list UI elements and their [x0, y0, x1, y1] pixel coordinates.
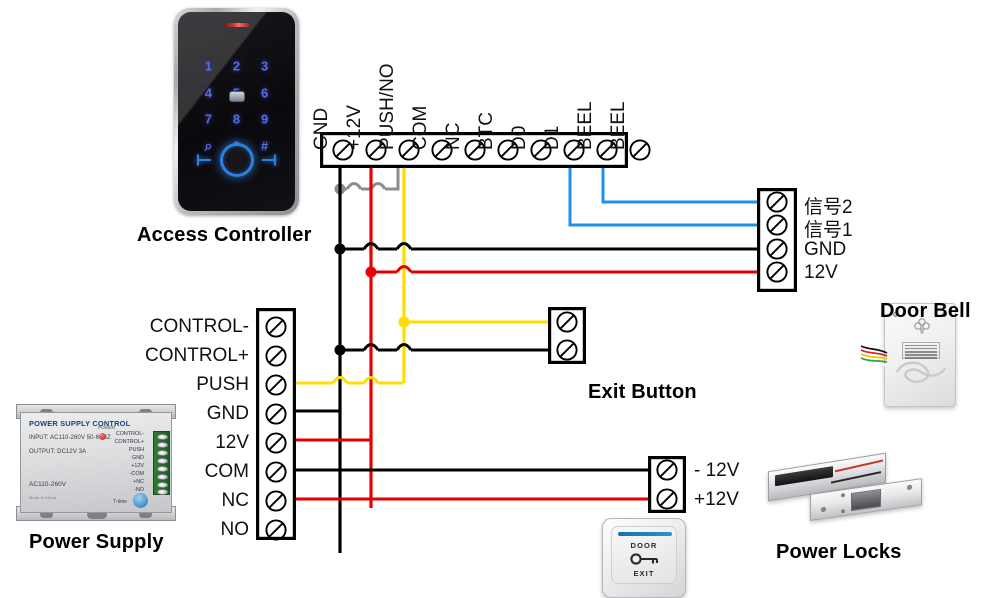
rfid-tip-right-icon: [274, 154, 276, 166]
power-locks-device: [762, 452, 994, 542]
psu-label-push: PUSH: [196, 374, 249, 395]
terminal-label-gnd: GND: [311, 107, 332, 150]
psu-label-12v: 12V: [215, 432, 249, 453]
wire-com-gray: [334, 165, 400, 195]
psu-power-led-label: POWER: [98, 425, 116, 430]
psu-voltage-mark: AC110-260V: [29, 481, 67, 488]
fingerprint-sensor-icon[interactable]: [228, 91, 245, 102]
rfid-tip-left-icon: [197, 154, 199, 166]
wire-beel2-blue: [601, 165, 757, 204]
psu-terminal-name-3: GND: [132, 455, 144, 461]
door-bell-caption: Door Bell: [880, 300, 971, 322]
keypad-key-4[interactable]: 4: [205, 85, 212, 100]
psu-terminal-name-1: CONTROL+: [114, 439, 144, 445]
psu-terminal-name-7: -NO: [134, 487, 144, 493]
status-led-icon: [223, 23, 250, 27]
power-supply-terminal-block[interactable]: [256, 308, 296, 541]
terminal-label-d0: D0: [509, 125, 530, 150]
indicator-bar-icon: [618, 532, 672, 536]
doorbell-label-signal1: 信号1: [804, 220, 853, 241]
exit-button-line1: DOOR: [630, 541, 658, 550]
wire-gnd-to-exitbutton: [334, 343, 548, 356]
access-controller-device: 1 2 3 4 5 6 7 8 9 ⌕ 0 #: [174, 8, 299, 215]
keypad-key-6[interactable]: 6: [261, 85, 268, 100]
keypad-key-9[interactable]: 9: [261, 112, 268, 127]
rfid-arm-left-icon: [198, 159, 211, 161]
door-bell-terminal-block[interactable]: [757, 188, 797, 293]
psu-output-spec: OUTPUT: DC12V 3A: [29, 449, 87, 455]
keypad-key-2[interactable]: 2: [233, 58, 240, 73]
exit-button-line2: EXIT: [633, 569, 655, 578]
terminal-label-beel-1: BEEL: [575, 101, 596, 150]
doorbell-label-gnd: GND: [804, 239, 847, 260]
psu-made-in: Made in China: [29, 495, 57, 500]
terminal-label-d1: D1: [542, 125, 563, 150]
exit-button-terminal-block[interactable]: [548, 307, 586, 364]
psu-terminal-name-5: -COM: [129, 471, 144, 477]
terminal-label-push-no: PUSH/NO: [377, 63, 398, 150]
psu-terminal-name-4: +12V: [131, 463, 144, 469]
psu-terminal-name-2: PUSH: [129, 447, 144, 453]
exit-button-device[interactable]: DOOR EXIT: [602, 518, 686, 598]
terminal-label-com: COM: [410, 105, 431, 150]
terminal-label-nc: NC: [443, 122, 464, 150]
psu-label-nc: NC: [221, 490, 249, 511]
keypad-key-8[interactable]: 8: [233, 112, 240, 127]
psu-terminal-name-6: +NC: [133, 479, 144, 485]
psu-label-no: NO: [220, 519, 250, 540]
lock-label-plus-12v: +12V: [694, 489, 739, 510]
keypad-key-3[interactable]: 3: [261, 58, 268, 73]
doorbell-label-12v: 12V: [804, 262, 838, 283]
exit-button-caption: Exit Button: [588, 381, 697, 403]
psu-terminal-name-0: CONTROL-: [115, 431, 144, 437]
power-locks-caption: Power Locks: [776, 541, 902, 563]
psu-label-com: COM: [204, 461, 249, 482]
power-lock-terminal-block[interactable]: [648, 456, 686, 513]
keypad-key-7[interactable]: 7: [205, 112, 212, 127]
lock-label-minus-12v: - 12V: [694, 460, 740, 481]
wire-beel1-blue: [568, 165, 757, 227]
bell-wire-bundle-icon: [860, 345, 888, 366]
psu-label-gnd: GND: [206, 403, 249, 424]
key-icon: [630, 553, 659, 565]
bell-icon[interactable]: ⌕: [204, 138, 212, 155]
terminal-label-btc: BTC: [476, 112, 497, 150]
terminal-label-beel-2: BEEL: [608, 101, 629, 150]
wire-psu-push-yellow: [293, 376, 404, 385]
psu-label-control-minus: CONTROL-: [149, 316, 249, 337]
keypad-key-1[interactable]: 1: [205, 58, 212, 73]
keypad-key-hash[interactable]: #: [261, 139, 268, 154]
wire-12v-to-doorbell: [365, 265, 757, 278]
rfid-reader-icon[interactable]: [219, 143, 254, 177]
wire-gnd-to-doorbell: [334, 242, 757, 255]
psu-time-label: T-time: [113, 499, 127, 505]
terminal-label-12v: +12V: [344, 105, 365, 150]
wire-push-to-exitbutton: [398, 316, 548, 328]
psu-label-control-plus: CONTROL+: [145, 345, 249, 366]
bell-cord-icon: [895, 361, 947, 383]
access-controller-caption: Access Controller: [137, 224, 312, 246]
